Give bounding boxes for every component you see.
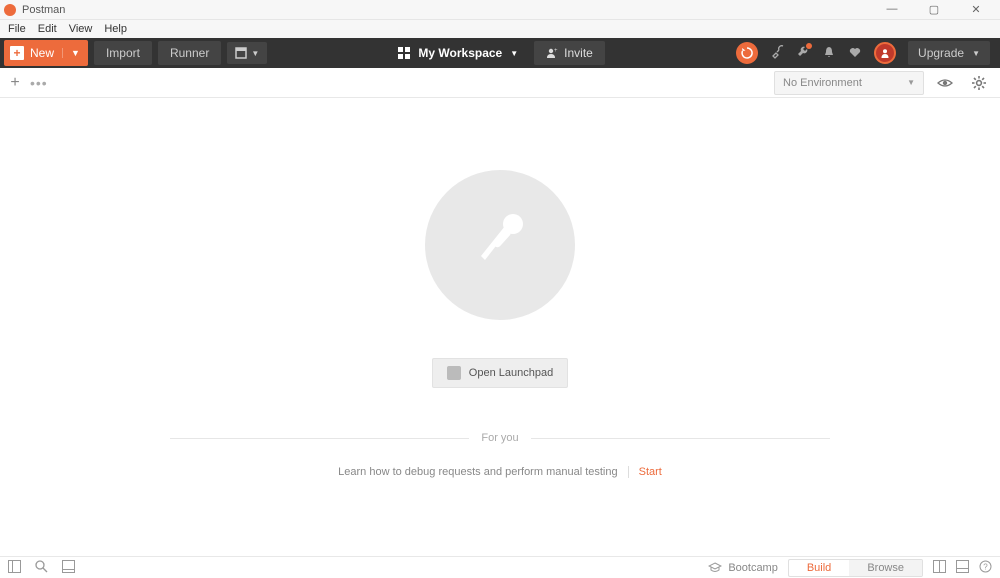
wrench-icon[interactable] — [796, 45, 810, 62]
statusbar: Bootcamp Build Browse ? — [0, 556, 1000, 578]
env-quicklook-button[interactable] — [932, 70, 958, 96]
import-button[interactable]: Import — [94, 41, 152, 65]
browse-tab[interactable]: Browse — [849, 560, 922, 576]
minimize-button[interactable]: — — [880, 3, 904, 16]
toolbar-right: Upgrade ▼ — [736, 41, 1000, 65]
plus-icon: + — [10, 46, 24, 60]
toolbar-center: My Workspace ▼ + Invite — [267, 41, 736, 65]
menu-edit[interactable]: Edit — [32, 23, 63, 35]
launchpad-icon — [447, 366, 461, 380]
satellite-icon[interactable] — [770, 45, 784, 62]
tab-more-button[interactable]: ••• — [30, 75, 48, 91]
environment-selector[interactable]: No Environment ▼ — [774, 71, 924, 95]
sidebar-toggle-icon[interactable] — [8, 560, 21, 576]
open-launchpad-button[interactable]: Open Launchpad — [432, 358, 568, 388]
bootcamp-button[interactable]: Bootcamp — [708, 562, 778, 574]
build-tab[interactable]: Build — [789, 560, 849, 576]
menu-view[interactable]: View — [63, 23, 99, 35]
build-browse-toggle: Build Browse — [788, 559, 923, 577]
find-icon[interactable] — [35, 560, 48, 576]
gear-icon — [971, 75, 987, 91]
postman-logo — [425, 170, 575, 320]
workspace-label: My Workspace — [418, 46, 502, 60]
layout-two-pane-icon[interactable] — [933, 560, 946, 576]
tip-row: Learn how to debug requests and perform … — [170, 466, 830, 478]
svg-text:+: + — [554, 48, 558, 54]
new-label: New — [30, 46, 62, 60]
launchpad-label: Open Launchpad — [469, 367, 553, 379]
chevron-down-icon: ▼ — [510, 49, 518, 58]
secondary-bar: + ••• No Environment ▼ — [0, 68, 1000, 98]
maximize-button[interactable]: ▢ — [922, 3, 946, 16]
upgrade-button[interactable]: Upgrade ▼ — [908, 41, 990, 65]
eye-icon — [937, 75, 953, 91]
app-title: Postman — [22, 4, 880, 16]
bootcamp-label: Bootcamp — [728, 562, 778, 574]
new-button[interactable]: + New ▼ — [4, 40, 88, 66]
sync-icon — [741, 47, 753, 59]
menu-file[interactable]: File — [2, 23, 32, 35]
settings-button[interactable] — [966, 70, 992, 96]
rocket-icon — [455, 200, 545, 290]
main-content: Open Launchpad For you Learn how to debu… — [0, 98, 1000, 556]
env-label: No Environment — [783, 77, 862, 89]
invite-button[interactable]: + Invite — [534, 41, 605, 65]
for-you-heading: For you — [170, 432, 830, 444]
notification-dot — [806, 43, 812, 49]
user-avatar[interactable] — [874, 42, 896, 64]
env-controls: No Environment ▼ — [774, 70, 1000, 96]
titlebar: Postman — ▢ ✕ — [0, 0, 1000, 20]
graduation-cap-icon — [708, 562, 722, 574]
invite-icon: + — [546, 47, 558, 59]
menu-help[interactable]: Help — [98, 23, 133, 35]
svg-text:?: ? — [983, 562, 988, 571]
app-icon — [4, 4, 16, 16]
statusbar-right: Bootcamp Build Browse ? — [708, 559, 992, 577]
new-tab-button[interactable]: + — [6, 74, 24, 92]
divider — [628, 466, 629, 478]
upgrade-label: Upgrade — [918, 46, 964, 60]
bell-icon[interactable] — [822, 45, 836, 62]
help-icon[interactable]: ? — [979, 560, 992, 576]
chevron-down-icon: ▼ — [972, 49, 980, 58]
for-you-label: For you — [481, 432, 518, 444]
workspace-selector[interactable]: My Workspace ▼ — [398, 46, 518, 60]
menubar: File Edit View Help — [0, 20, 1000, 38]
sync-button[interactable] — [736, 42, 758, 64]
new-dropdown-caret[interactable]: ▼ — [62, 48, 88, 58]
runner-button[interactable]: Runner — [158, 41, 221, 65]
avatar-icon — [880, 48, 890, 58]
main-toolbar: + New ▼ Import Runner ▼ My Workspace ▼ +… — [0, 38, 1000, 68]
tip-text: Learn how to debug requests and perform … — [338, 466, 617, 478]
for-you-section: For you Learn how to debug requests and … — [170, 432, 830, 478]
chevron-down-icon: ▼ — [907, 78, 915, 87]
statusbar-left — [8, 560, 75, 576]
start-link[interactable]: Start — [639, 466, 662, 478]
capture-dropdown-button[interactable]: ▼ — [227, 42, 267, 64]
chevron-down-icon: ▼ — [251, 49, 259, 58]
tab-actions: + ••• — [0, 74, 48, 92]
layout-bottom-pane-icon[interactable] — [956, 560, 969, 576]
heart-icon[interactable] — [848, 45, 862, 62]
console-icon[interactable] — [62, 560, 75, 576]
tab-icon — [235, 47, 247, 59]
grid-icon — [398, 47, 410, 59]
invite-label: Invite — [564, 46, 593, 60]
close-button[interactable]: ✕ — [964, 3, 988, 16]
window-controls: — ▢ ✕ — [880, 3, 996, 16]
